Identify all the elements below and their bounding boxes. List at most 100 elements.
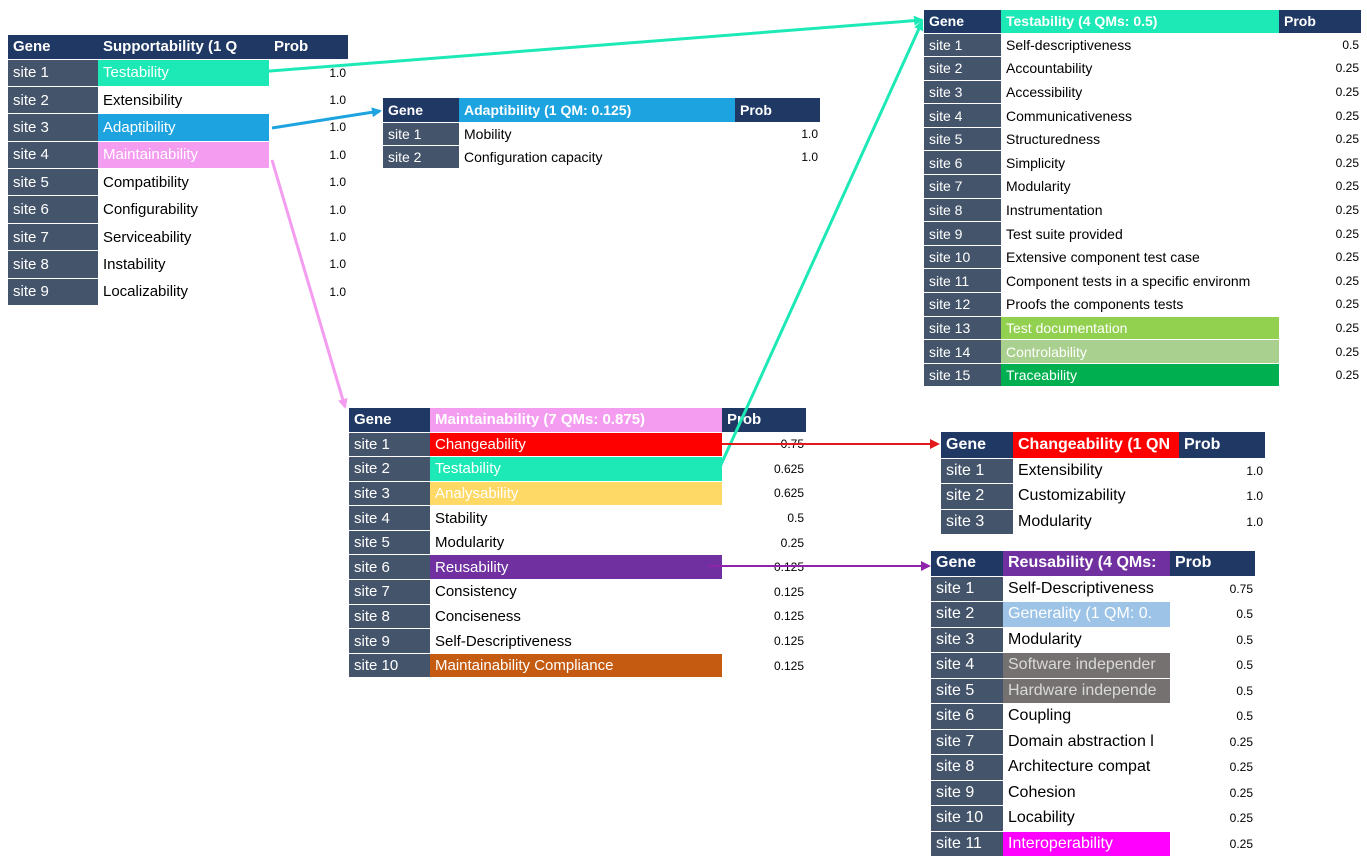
- table-row: site 5 Compatibility 1.0: [8, 168, 348, 196]
- quality-name: Analysability: [430, 481, 722, 506]
- table-row: site 2 Accountability 0.25: [924, 56, 1361, 81]
- quality-name: Maintainability: [98, 141, 269, 169]
- probability-value: 0.25: [1335, 202, 1359, 217]
- probability-value: 0.75: [780, 437, 804, 452]
- site-label: site 1: [8, 59, 98, 87]
- quality-name: Instability: [103, 255, 166, 273]
- probability-value: 0.25: [1335, 108, 1359, 123]
- probability-value: 0.25: [1335, 344, 1359, 359]
- table-row: site 3 Analysability 0.625: [349, 481, 806, 506]
- site-label: site 8: [924, 198, 1001, 222]
- gene-header: Gene: [941, 432, 1013, 458]
- table-row: site 6 Coupling 0.5: [931, 703, 1255, 729]
- probability-value: 0.25: [1335, 132, 1359, 147]
- quality-name: Modularity: [435, 534, 505, 552]
- quality-name: Communicativeness: [1006, 107, 1133, 124]
- quality-name: Self-Descriptiveness: [1008, 579, 1154, 597]
- quality-name: Maintainability Compliance: [430, 653, 722, 678]
- gene-header: Gene: [924, 10, 1001, 33]
- probability-value: 0.125: [773, 658, 804, 673]
- supportability-title: Supportability (1 Q: [98, 35, 269, 59]
- site-label: site 11: [924, 268, 1001, 293]
- site-label: site 5: [931, 678, 1003, 704]
- quality-name: Extensibility: [1018, 461, 1103, 479]
- site-label: site 3: [931, 627, 1003, 653]
- site-label: site 7: [349, 579, 430, 605]
- site-label: site 14: [924, 339, 1001, 364]
- probability-value: 0.75: [1229, 581, 1253, 596]
- site-label: site 6: [924, 150, 1001, 175]
- probability-value: 0.25: [1229, 734, 1253, 749]
- quality-name: Self-Descriptiveness: [435, 632, 572, 650]
- probability-value: 1.0: [801, 149, 818, 164]
- quality-name: Cohesion: [1008, 783, 1076, 801]
- quality-name: Proofs the components tests: [1006, 296, 1184, 313]
- probability-value: 1.0: [329, 257, 346, 272]
- probability-value: 0.5: [1236, 709, 1253, 724]
- site-label: site 8: [349, 604, 430, 629]
- probability-value: 0.25: [1335, 368, 1359, 383]
- site-label: site 2: [924, 56, 1001, 81]
- table-row: site 12 Proofs the components tests 0.25: [924, 292, 1361, 317]
- table-row: site 11 Component tests in a specific env…: [924, 268, 1361, 293]
- site-label: site 6: [8, 195, 98, 224]
- quality-name: Conciseness: [435, 607, 521, 625]
- probability-value: 0.5: [1342, 37, 1359, 52]
- site-label: site 7: [931, 729, 1003, 755]
- site-label: site 12: [924, 292, 1001, 317]
- table-row: site 3 Accessibility 0.25: [924, 80, 1361, 104]
- table-row: site 1 Self-descriptiveness 0.5: [924, 33, 1361, 57]
- table-row: site 10 Maintainability Compliance 0.125: [349, 653, 806, 678]
- site-label: site 1: [924, 33, 1001, 57]
- probability-value: 1.0: [1246, 514, 1263, 529]
- site-label: site 3: [349, 481, 430, 506]
- probability-value: 0.5: [1236, 683, 1253, 698]
- site-label: site 9: [349, 628, 430, 654]
- probability-value: 0.25: [1335, 297, 1359, 312]
- gene-header: Gene: [349, 408, 430, 432]
- probability-value: 0.125: [773, 584, 804, 599]
- prob-header: Prob: [1179, 432, 1265, 458]
- quality-name: Extensive component test case: [1006, 249, 1200, 266]
- quality-name: Compatibility: [103, 173, 189, 191]
- probability-value: 1.0: [1246, 489, 1263, 504]
- probability-value: 0.625: [773, 486, 804, 501]
- table-row: site 1 Mobility 1.0: [383, 122, 820, 145]
- table-row: site 6 Configurability 1.0: [8, 195, 348, 224]
- prob-header: Prob: [735, 98, 820, 122]
- table-row: site 8 Instrumentation 0.25: [924, 198, 1361, 222]
- probability-value: 0.25: [1229, 811, 1253, 826]
- probability-value: 0.625: [773, 461, 804, 476]
- quality-name: Architecture compat: [1008, 758, 1151, 776]
- site-label: site 10: [924, 245, 1001, 269]
- site-label: site 9: [931, 780, 1003, 806]
- table-row: site 15 Traceability 0.25: [924, 363, 1361, 387]
- table-row: site 2 Testability 0.625: [349, 456, 806, 482]
- site-label: site 6: [349, 554, 430, 580]
- quality-name: Traceability: [1001, 363, 1279, 387]
- site-label: site 2: [349, 456, 430, 482]
- table-row: site 6 Reusability 0.125: [349, 554, 806, 580]
- maintainability-title: Maintainability (7 QMs: 0.875): [430, 408, 722, 432]
- probability-value: 1.0: [329, 93, 346, 108]
- site-label: site 8: [8, 250, 98, 279]
- probability-value: 1.0: [329, 147, 346, 162]
- probability-value: 0.125: [773, 560, 804, 575]
- site-label: site 7: [924, 174, 1001, 199]
- gene-header: Gene: [931, 551, 1003, 576]
- site-label: site 4: [8, 141, 98, 169]
- quality-name: Modularity: [1018, 512, 1092, 530]
- table-row: site 4 Maintainability 1.0: [8, 141, 348, 169]
- table-row: site 1 Self-Descriptiveness 0.75: [931, 576, 1255, 602]
- probability-value: 1.0: [801, 126, 818, 141]
- quality-name: Coupling: [1008, 707, 1072, 725]
- probability-value: 0.25: [1335, 61, 1359, 76]
- site-label: site 2: [383, 145, 459, 168]
- site-label: site 4: [349, 505, 430, 531]
- quality-name: Domain abstraction l: [1008, 732, 1154, 750]
- site-label: site 2: [8, 86, 98, 114]
- reusability-title: Reusability (4 QMs:: [1003, 551, 1170, 576]
- quality-name: Stability: [435, 509, 488, 527]
- quality-name: Hardware independe: [1003, 678, 1170, 704]
- site-label: site 9: [8, 278, 98, 306]
